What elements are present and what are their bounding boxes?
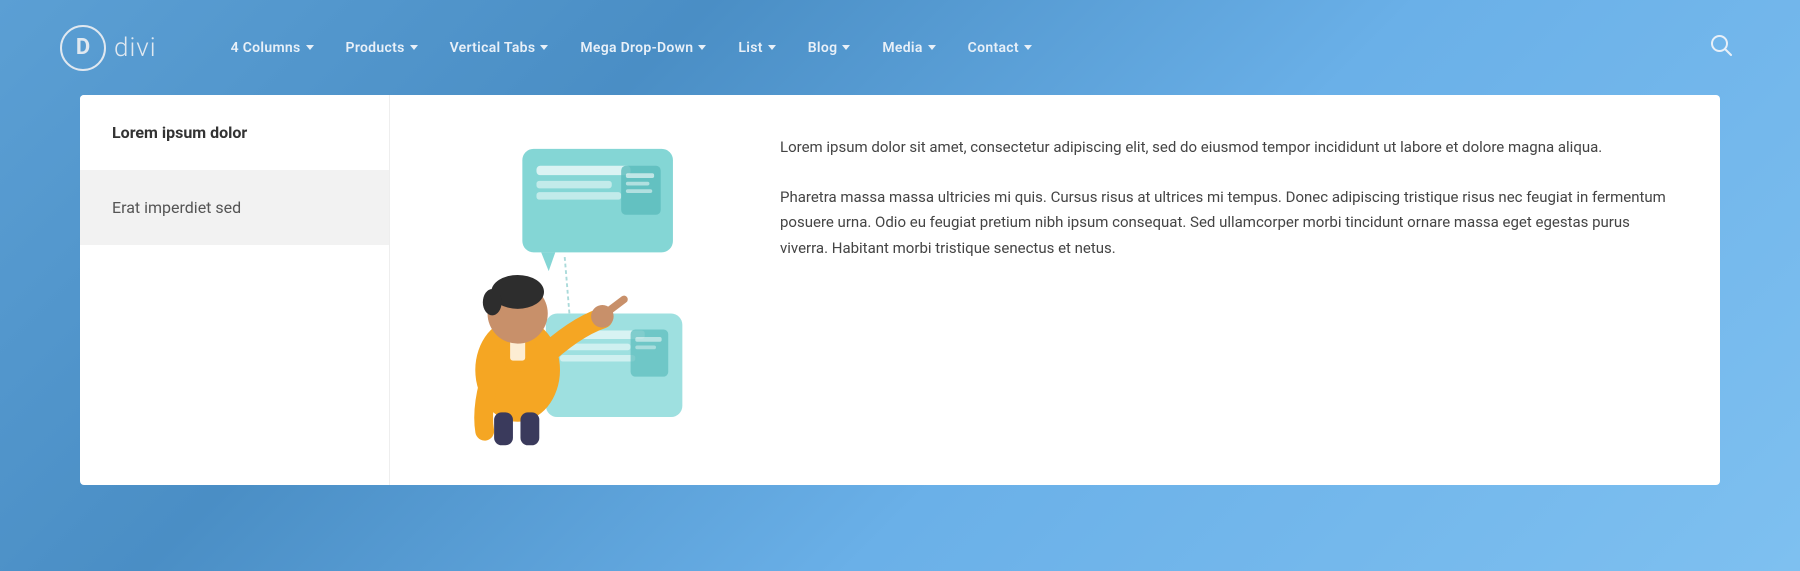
chevron-down-icon bbox=[928, 45, 936, 50]
logo-circle: D bbox=[60, 25, 106, 71]
content-area: Lorem ipsum dolorErat imperdiet sed bbox=[0, 95, 1800, 525]
card-text: Lorem ipsum dolor sit amet, consectetur … bbox=[730, 95, 1720, 485]
sidebar-item-1[interactable]: Erat imperdiet sed bbox=[80, 170, 389, 245]
chevron-down-icon bbox=[410, 45, 418, 50]
nav-item-media[interactable]: Media bbox=[868, 32, 949, 64]
nav-item-contact[interactable]: Contact bbox=[954, 32, 1046, 64]
chevron-down-icon bbox=[842, 45, 850, 50]
main-nav: 4 ColumnsProductsVertical TabsMega Drop-… bbox=[217, 32, 1702, 64]
mega-card: Lorem ipsum dolorErat imperdiet sed bbox=[80, 95, 1720, 485]
nav-item-list[interactable]: List bbox=[724, 32, 789, 64]
search-icon[interactable] bbox=[1702, 26, 1740, 69]
chevron-down-icon bbox=[698, 45, 706, 50]
chevron-down-icon bbox=[306, 45, 314, 50]
chevron-down-icon bbox=[540, 45, 548, 50]
nav-item-vertical-tabs[interactable]: Vertical Tabs bbox=[436, 32, 563, 64]
paragraph-0: Lorem ipsum dolor sit amet, consectetur … bbox=[780, 135, 1670, 161]
logo-text: divi bbox=[114, 33, 157, 63]
chevron-down-icon bbox=[1024, 45, 1032, 50]
nav-item-mega-drop-down[interactable]: Mega Drop-Down bbox=[566, 32, 720, 64]
nav-item-products[interactable]: Products bbox=[332, 32, 432, 64]
nav-item-blog[interactable]: Blog bbox=[794, 32, 865, 64]
card-illustration bbox=[390, 95, 730, 485]
header: D divi 4 ColumnsProductsVertical TabsMeg… bbox=[0, 0, 1800, 95]
nav-item-4-columns[interactable]: 4 Columns bbox=[217, 32, 328, 64]
card-sidebar: Lorem ipsum dolorErat imperdiet sed bbox=[80, 95, 390, 485]
logo[interactable]: D divi bbox=[60, 25, 157, 71]
paragraph-1: Pharetra massa massa ultricies mi quis. … bbox=[780, 185, 1670, 262]
sidebar-item-0[interactable]: Lorem ipsum dolor bbox=[80, 95, 389, 170]
chevron-down-icon bbox=[768, 45, 776, 50]
